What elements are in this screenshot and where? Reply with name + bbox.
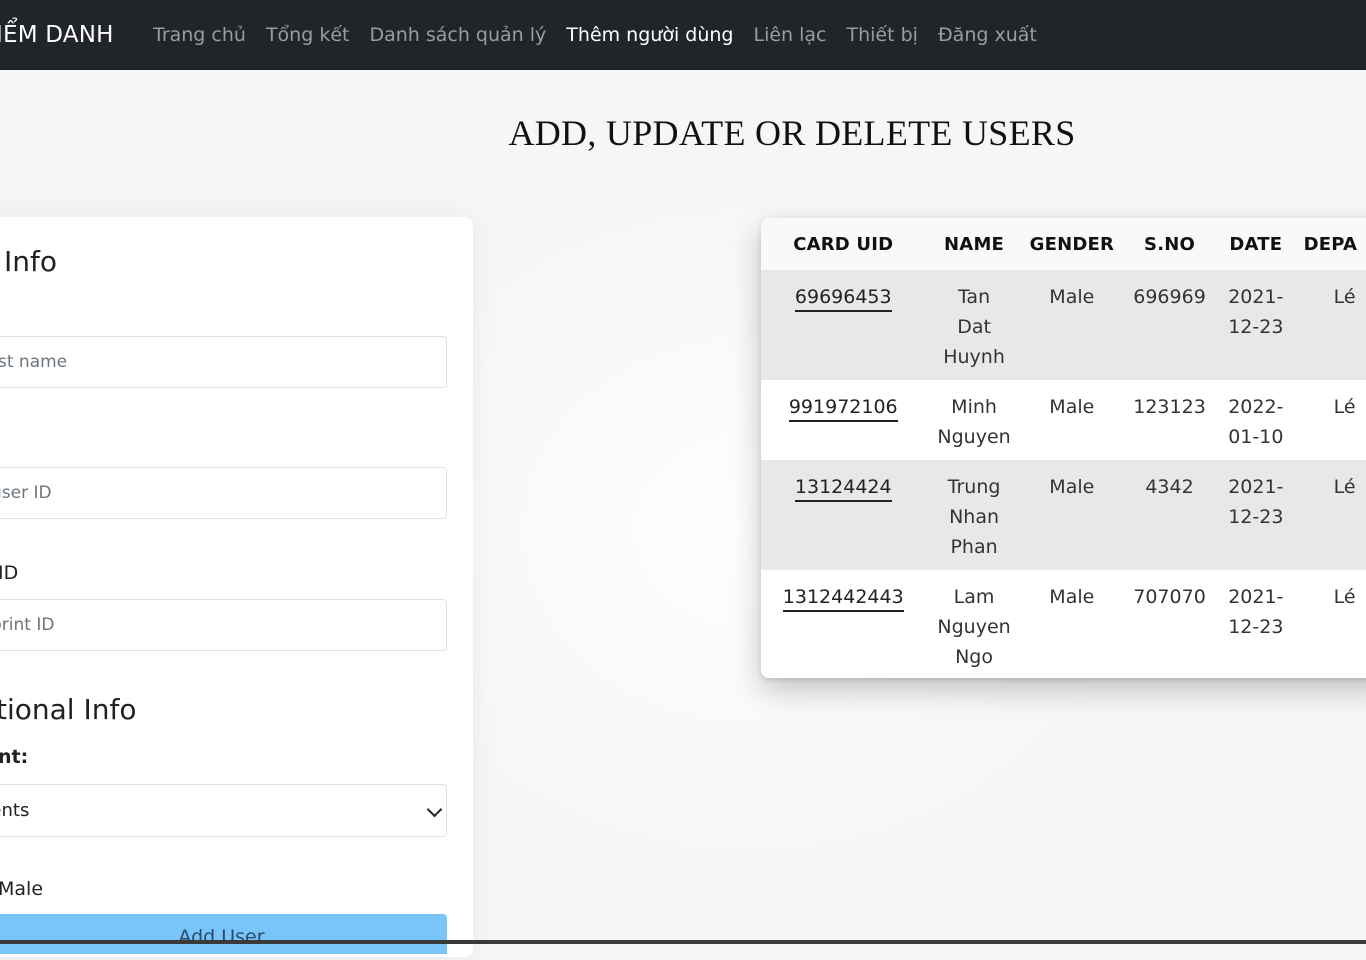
users-table: CARD UID NAME GENDER S.NO DATE DEPA 6969… bbox=[761, 218, 1366, 678]
table-row[interactable]: 13124424 Trung Nhan Phan Male 4342 2021- 12… bbox=[761, 460, 1366, 570]
cell-gender: Male bbox=[1022, 460, 1122, 570]
card-uid-link[interactable]: 1312442443 bbox=[782, 584, 904, 612]
name-line: Tan bbox=[957, 286, 991, 308]
cell-name: Tan Dat Huynh bbox=[925, 270, 1023, 380]
first-name-input[interactable] bbox=[0, 336, 447, 388]
date-line: 01-10 bbox=[1228, 426, 1284, 448]
name-line: Lam bbox=[953, 586, 995, 608]
date-line: 2021- bbox=[1228, 586, 1284, 608]
cell-card-uid: 69696453 bbox=[761, 270, 926, 380]
name-line: Dat bbox=[957, 316, 991, 338]
date-line: 2021- bbox=[1228, 476, 1284, 498]
fingerprint-id-label: ID bbox=[0, 562, 19, 584]
add-user-button[interactable]: Add User bbox=[0, 914, 447, 954]
cell-sno: 4342 bbox=[1121, 460, 1219, 570]
name-line: Nhan bbox=[949, 506, 1000, 528]
department-select[interactable]: nents bbox=[0, 784, 447, 837]
cell-name: Lam Nguyen Ngo bbox=[925, 570, 1023, 678]
table-row[interactable]: 1312442443 Lam Nguyen Ngo Male 707070 2021… bbox=[761, 570, 1366, 678]
cell-card-uid: 1312442443 bbox=[761, 570, 926, 678]
nav-link-home[interactable]: Trang chủ bbox=[153, 24, 246, 46]
cell-department: Lé bbox=[1293, 380, 1366, 460]
table-row[interactable]: 991972106 Minh Nguyen Male 123123 2022- 01… bbox=[761, 380, 1366, 460]
cell-date: 2021- 12-23 bbox=[1218, 570, 1294, 678]
table-row[interactable]: 69696453 Tan Dat Huynh Male 696969 2021- 12… bbox=[761, 270, 1366, 380]
top-navbar: ĐIỂM DANH Trang chủ Tổng kết Danh sách q… bbox=[0, 0, 1366, 70]
name-line: Huynh bbox=[943, 346, 1005, 368]
page-title: ADD, UPDATE OR DELETE USERS bbox=[508, 113, 1076, 153]
taskbar-edge bbox=[0, 940, 1366, 944]
name-line: Phan bbox=[950, 536, 998, 558]
nav-links: Trang chủ Tổng kết Danh sách quản lý Thê… bbox=[153, 0, 1057, 70]
cell-date: 2021- 12-23 bbox=[1218, 460, 1294, 570]
cell-card-uid: 991972106 bbox=[761, 380, 926, 460]
gender-radio-male-label[interactable]: Male bbox=[0, 878, 43, 900]
cell-card-uid: 13124424 bbox=[761, 460, 926, 570]
name-line: Nguyen bbox=[937, 426, 1011, 448]
card-uid-link[interactable]: 991972106 bbox=[788, 394, 898, 422]
user-form-card: Info bbox=[0, 217, 473, 957]
user-id-input[interactable] bbox=[0, 467, 447, 519]
brand-logo-text[interactable]: ĐIỂM DANH bbox=[0, 0, 114, 70]
nav-link-add-user[interactable]: Thêm người dùng bbox=[566, 24, 733, 46]
col-header-date: DATE bbox=[1218, 218, 1294, 270]
date-line: 2022- bbox=[1228, 396, 1284, 418]
cell-gender: Male bbox=[1022, 570, 1122, 678]
nav-link-manage-list[interactable]: Danh sách quản lý bbox=[369, 24, 546, 46]
date-line: 12-23 bbox=[1228, 616, 1284, 638]
date-line: 12-23 bbox=[1228, 506, 1284, 528]
table-header-row: CARD UID NAME GENDER S.NO DATE DEPA bbox=[761, 218, 1366, 270]
nav-link-contact[interactable]: Liên lạc bbox=[753, 24, 826, 46]
card-uid-link[interactable]: 13124424 bbox=[794, 474, 892, 502]
nav-link-logout[interactable]: Đăng xuất bbox=[938, 24, 1037, 46]
nav-link-summary[interactable]: Tổng kết bbox=[266, 24, 350, 46]
date-line: 2021- bbox=[1228, 286, 1284, 308]
cell-date: 2021- 12-23 bbox=[1218, 270, 1294, 380]
name-line: Nguyen bbox=[937, 616, 1011, 638]
cell-date: 2022- 01-10 bbox=[1218, 380, 1294, 460]
user-info-heading: Info bbox=[4, 245, 57, 278]
cell-sno: 707070 bbox=[1121, 570, 1219, 678]
name-line: Ngo bbox=[955, 646, 993, 668]
cell-department: Lé bbox=[1293, 460, 1366, 570]
cell-department: Lé bbox=[1293, 270, 1366, 380]
date-line: 12-23 bbox=[1228, 316, 1284, 338]
department-select-value: nents bbox=[0, 800, 30, 821]
col-header-department: DEPA bbox=[1293, 218, 1366, 270]
cell-sno: 123123 bbox=[1121, 380, 1219, 460]
cell-name: Trung Nhan Phan bbox=[925, 460, 1023, 570]
card-uid-link[interactable]: 69696453 bbox=[794, 284, 892, 312]
additional-info-heading: tional Info bbox=[0, 693, 137, 726]
cell-name: Minh Nguyen bbox=[925, 380, 1023, 460]
fingerprint-id-input[interactable] bbox=[0, 599, 447, 651]
nav-link-devices[interactable]: Thiết bị bbox=[847, 24, 918, 46]
cell-sno: 696969 bbox=[1121, 270, 1219, 380]
cell-gender: Male bbox=[1022, 270, 1122, 380]
col-header-name: NAME bbox=[925, 218, 1023, 270]
department-label: nt: bbox=[0, 746, 29, 768]
name-line: Minh bbox=[951, 396, 997, 418]
col-header-sno: S.NO bbox=[1121, 218, 1219, 270]
chevron-down-icon bbox=[426, 801, 443, 818]
col-header-gender: GENDER bbox=[1022, 218, 1122, 270]
col-header-card-uid: CARD UID bbox=[761, 218, 926, 270]
cell-gender: Male bbox=[1022, 380, 1122, 460]
name-line: Trung bbox=[947, 476, 1001, 498]
users-table-card: CARD UID NAME GENDER S.NO DATE DEPA 6969… bbox=[761, 218, 1366, 678]
cell-department: Lé bbox=[1293, 570, 1366, 678]
